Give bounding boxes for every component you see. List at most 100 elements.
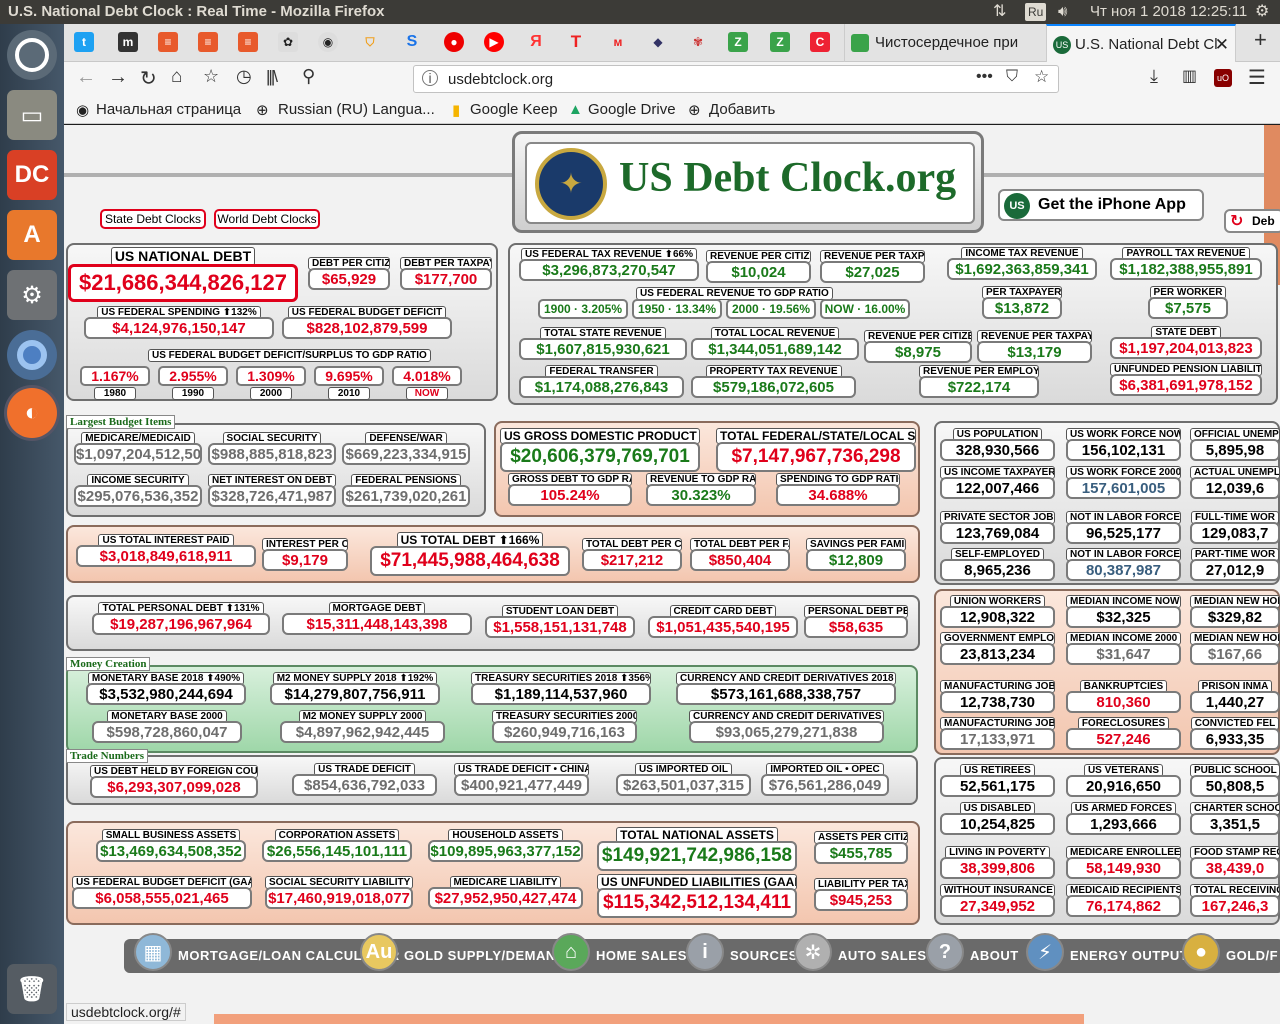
info-icon[interactable]: i [686, 933, 724, 971]
bottom-nav-link[interactable]: SOURCES [730, 943, 798, 969]
clock-r3[interactable]: REVENUE PER TAXPAYER$27,025 [820, 250, 925, 283]
debt-button[interactable]: ↻ Deb [1224, 209, 1280, 233]
pinned-tab-1-icon[interactable]: ≡ [158, 32, 178, 52]
calculator-icon[interactable]: ▦ [134, 933, 172, 971]
clock-m2[interactable]: M2 MONEY SUPPLY 2018 ⬆192% $14,279,807,75… [270, 672, 440, 705]
clock-s3[interactable]: OFFICIAL UNEMP 5,895,98 [1190, 428, 1280, 461]
clock-c5[interactable]: US FEDERAL BUDGET DEFICIT $828,102,879,59… [282, 306, 452, 339]
doublecmd-icon[interactable]: DC [7, 150, 57, 200]
bookmark-google-drive[interactable]: Google Drive [588, 101, 676, 118]
clock-r9[interactable]: TOTAL LOCAL REVENUE $1,344,051,689,142 [691, 327, 859, 360]
clock-i1[interactable]: US TOTAL INTEREST PAID $3,018,849,618,911 [76, 534, 256, 567]
world-debt-clocks-button[interactable]: World Debt Clocks [214, 209, 320, 229]
home-icon[interactable]: ⌂ [171, 66, 182, 88]
pinned-tab-youtube-icon[interactable]: ▶ [484, 32, 504, 52]
clock-i5[interactable]: TOTAL DEBT PER FAMILY$850,404 [690, 538, 790, 571]
settings-gear-icon[interactable]: ⚙ [1255, 0, 1269, 24]
iphone-app-button[interactable]: US Get the iPhone App [998, 189, 1204, 221]
pinned-tab-s-icon[interactable]: S [402, 32, 422, 52]
clock-c2[interactable]: DEBT PER CITIZEN$65,929 [308, 257, 390, 290]
network-icon[interactable]: ⇅ [993, 0, 1006, 24]
clock-p4[interactable]: CREDIT CARD DEBT $1,051,435,540,195 [648, 605, 798, 638]
clock-t5[interactable]: IMPORTED OIL • OPEC $76,561,286,049 [761, 763, 889, 796]
clock-t1[interactable]: US DEBT HELD BY FOREIGN COUNTRIES$6,293,… [90, 765, 258, 798]
tab-2-active[interactable]: US U.S. National Debt Cl ✕ [1046, 24, 1236, 63]
clock-s16[interactable]: GOVERNMENT EMPLOYEES23,813,234 [940, 632, 1055, 665]
files-icon[interactable]: ▭ [7, 90, 57, 140]
sidebar-icon[interactable]: ▥ [1182, 66, 1197, 86]
clock-t2[interactable]: US TRADE DEFICIT $854,636,792,033 [292, 763, 437, 796]
clock-a1[interactable]: SMALL BUSINESS ASSETS $13,469,634,508,352 [96, 829, 246, 862]
pinned-tab-shield-icon[interactable]: ⛉ [360, 32, 380, 52]
clock-a9[interactable]: US UNFUNDED LIABILITIES (GAAP) $115,342,5… [597, 874, 797, 918]
clock-a6[interactable]: US FEDERAL BUDGET DEFICIT (GAAP) $6,058,5… [72, 876, 252, 909]
url-bar[interactable]: i usdebtclock.org ••• ⛉ ☆ [413, 65, 1059, 93]
search-icon[interactable]: ⚲ [302, 66, 315, 87]
clock-g5[interactable]: SPENDING TO GDP RATIO 34.688% [776, 473, 900, 506]
clock-s21[interactable]: PRISON INMA 1,440,27 [1190, 680, 1280, 713]
coin-icon[interactable]: ● [1182, 933, 1220, 971]
clock-g4[interactable]: REVENUE TO GDP RATIO30.323% [646, 473, 756, 506]
clock-r6[interactable]: PER TAXPAYER $13,872 [982, 286, 1062, 319]
clock-b6[interactable]: FEDERAL PENSIONS $261,739,020,261 [342, 474, 470, 507]
clock-p3[interactable]: STUDENT LOAN DEBT $1,558,151,131,748 [485, 605, 635, 638]
bookmark-russian-lang[interactable]: Russian (RU) Langua... [278, 101, 435, 118]
clock-s8[interactable]: NOT IN LABOR FORCE NOW96,525,177 [1066, 511, 1181, 544]
site-logo[interactable]: US Debt Clock.org [619, 154, 956, 202]
pinned-tab-m2-icon[interactable]: м [608, 32, 628, 52]
clock-r8[interactable]: TOTAL STATE REVENUE $1,607,815,930,621 [519, 327, 687, 360]
clock-s33[interactable]: FOOD STAMP RECI 38,439,0 [1190, 846, 1280, 879]
trash-icon[interactable]: 🗑︎ [7, 964, 57, 1014]
clock-s18[interactable]: MEDIAN NEW HOM $167,66 [1190, 632, 1280, 665]
clock-a2[interactable]: CORPORATION ASSETS $26,556,145,101,111 [262, 829, 412, 862]
clock-a4[interactable]: TOTAL NATIONAL ASSETS $149,921,742,986,15… [597, 827, 797, 871]
pinned-tab-globe-icon[interactable]: ◉ [318, 32, 338, 52]
ublock-icon[interactable]: uO [1214, 69, 1232, 87]
pinned-tab-7-icon[interactable]: ✾ [688, 32, 708, 52]
clock-s2[interactable]: US WORK FORCE NOW 156,102,131 [1066, 428, 1181, 461]
clock-m8[interactable]: CURRENCY AND CREDIT DERIVATIVES 2000$93,… [689, 710, 884, 743]
clock-s36[interactable]: TOTAL RECEIVING BE167,246,3 [1190, 884, 1280, 917]
clock-t4[interactable]: US IMPORTED OIL $263,501,037,315 [616, 763, 751, 796]
clock-s15[interactable]: MEDIAN NEW HOM $329,82 [1190, 595, 1280, 628]
bottom-nav-link[interactable]: AUTO SALES [838, 943, 927, 969]
downloads-icon[interactable]: ⤓ [1150, 66, 1158, 87]
clock-r11[interactable]: REVENUE PER TAXPAYER$13,179 [977, 330, 1092, 363]
clock-s11[interactable]: NOT IN LABOR FORCE 200080,387,987 [1066, 548, 1181, 581]
bottom-nav-link[interactable]: GOLD/F [1226, 943, 1278, 969]
system-settings-icon[interactable]: ⚙ [7, 270, 57, 320]
clock-r13[interactable]: FEDERAL TRANSFER $1,174,088,276,843 [519, 365, 684, 398]
state-debt-clocks-button[interactable]: State Debt Clocks [100, 209, 206, 229]
bottom-nav-link[interactable]: GOLD SUPPLY/DEMAND [404, 943, 566, 969]
clock-r7[interactable]: PER WORKER $7,575 [1148, 286, 1228, 319]
clock-s10[interactable]: SELF-EMPLOYED 8,965,236 [940, 548, 1055, 581]
tab-1[interactable]: Чистосердечное при [844, 24, 1044, 62]
clock-i2[interactable]: INTEREST PER CITIZEN$9,179 [262, 538, 348, 571]
pinned-tab-record-icon[interactable]: ● [444, 32, 464, 52]
keyboard-layout-indicator[interactable]: Ru [1025, 3, 1047, 21]
clock-s25[interactable]: US RETIREES 52,561,175 [940, 764, 1055, 797]
clock-a7[interactable]: SOCIAL SECURITY LIABILITY $17,460,919,018… [265, 876, 413, 909]
clock-s22[interactable]: MANUFACTURING JOBS 200017,133,971 [940, 717, 1055, 750]
clock-a8[interactable]: MEDICARE LIABILITY $27,952,950,427,474 [428, 876, 583, 909]
clock-c4[interactable]: US FEDERAL SPENDING ⬆132% $4,124,976,150,… [84, 306, 274, 339]
clock-s1[interactable]: US POPULATION 328,930,566 [940, 428, 1055, 461]
clock-a3[interactable]: HOUSEHOLD ASSETS $109,895,963,377,152 [428, 829, 583, 862]
clock-i6[interactable]: SAVINGS PER FAMILY $12,809 [806, 538, 906, 571]
clock-r2[interactable]: REVENUE PER CITIZEN$10,024 [706, 250, 811, 283]
bookmark-star-icon[interactable]: ☆ [203, 66, 219, 87]
bottom-nav-link[interactable]: ENERGY OUTPUT [1070, 943, 1188, 969]
clock-m1[interactable]: MONETARY BASE 2018 ⬆490% $3,532,980,244,6… [86, 672, 246, 705]
pinned-tab-4-icon[interactable]: ✿ [278, 32, 298, 52]
clock-p2[interactable]: MORTGAGE DEBT $15,311,448,143,398 [282, 602, 472, 635]
pinned-tab-t-icon[interactable]: T [566, 32, 586, 52]
tab-close-icon[interactable]: ✕ [1215, 26, 1229, 64]
clock-i3[interactable]: US TOTAL DEBT ⬆166% $71,445,988,464,638 [370, 532, 570, 576]
library-icon[interactable]: |||\ [266, 67, 278, 87]
clock-i4[interactable]: TOTAL DEBT PER CITIZEN$217,212 [582, 538, 682, 571]
bookmark-add[interactable]: Добавить [709, 101, 775, 118]
new-tab-icon[interactable]: + [1254, 27, 1267, 53]
pinned-tab-2-icon[interactable]: ≡ [198, 32, 218, 52]
pinned-tab-twitter-icon[interactable]: t [74, 32, 94, 52]
clock-c3[interactable]: DEBT PER TAXPAYER$177,700 [400, 257, 492, 290]
